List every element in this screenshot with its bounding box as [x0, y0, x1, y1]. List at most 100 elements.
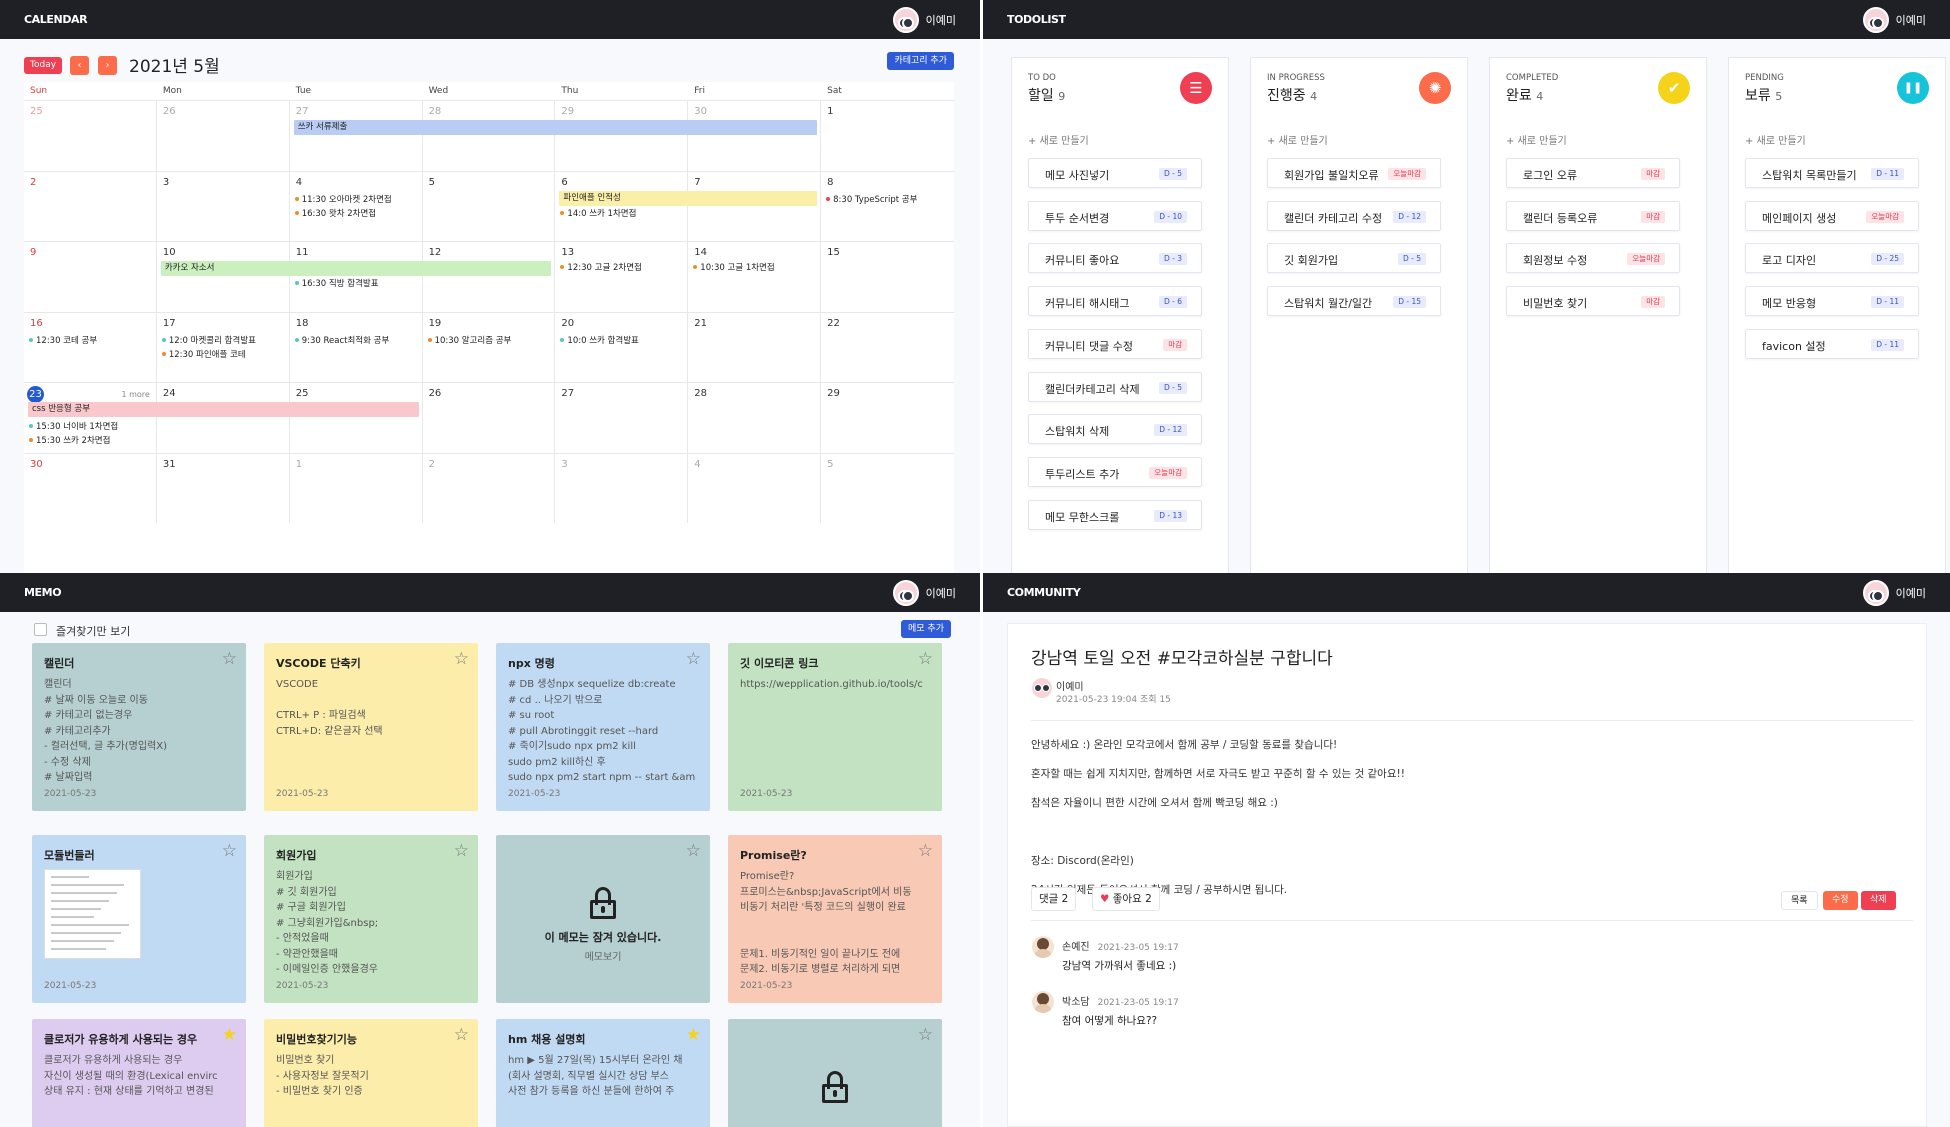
day-cell[interactable]: 25 — [24, 100, 157, 171]
day-cell[interactable]: 7 — [688, 170, 822, 241]
day-cell[interactable]: 27 — [555, 382, 689, 453]
star-icon[interactable]: ☆ — [222, 841, 237, 861]
day-cell[interactable]: 3 — [555, 452, 689, 523]
event-item[interactable]: 12:30 고글 2차면접 — [560, 261, 642, 273]
day-cell[interactable]: 16 — [24, 311, 157, 382]
day-cell[interactable]: 3 — [156, 170, 290, 241]
day-cell[interactable]: 5 — [422, 170, 556, 241]
add-memo-button[interactable]: 메모 추가 — [901, 620, 951, 638]
edit-button[interactable]: 수정 — [1823, 891, 1858, 910]
day-cell[interactable]: 10 — [156, 241, 290, 312]
locked-memo-card[interactable]: ☆ 이 메모는 잠겨 있습니다. 메모보기 — [496, 835, 710, 1003]
day-cell[interactable]: 18 — [289, 311, 423, 382]
todo-card[interactable]: 캘린더카테고리 삭제 D - 5 — [1028, 371, 1202, 402]
user-menu[interactable]: 이예미 — [892, 6, 956, 33]
day-cell[interactable]: 1 — [289, 452, 423, 523]
day-cell[interactable]: 31 — [156, 452, 290, 523]
memo-card[interactable]: ★ 클로저가 유용하게 사용되는 경우 클로저가 유용하게 사용되는 경우 자신이 … — [32, 1019, 246, 1127]
event-item[interactable]: 15:30 너이바 1차면접 — [29, 420, 118, 432]
comment-author[interactable]: 손예진 — [1062, 942, 1090, 953]
day-cell[interactable]: 29 — [821, 382, 954, 453]
new-card-button[interactable]: + 새로 만들기 — [1506, 132, 1567, 147]
todo-card[interactable]: 비밀번호 찾기 마감 — [1506, 286, 1680, 317]
day-cell[interactable]: 28 — [688, 382, 822, 453]
event-bar[interactable]: css 반응형 공부 — [28, 402, 419, 417]
progress-icon[interactable]: ✺ — [1419, 72, 1451, 104]
post-author[interactable]: 이예미 — [1056, 678, 1084, 693]
like-button[interactable]: ♥ 좋아요 2 — [1092, 887, 1160, 911]
add-category-button[interactable]: 카테고리 추가 — [887, 52, 954, 70]
todo-card[interactable]: 스탑워치 삭제 D - 12 — [1028, 414, 1202, 445]
list-icon[interactable]: ☰ — [1180, 72, 1212, 104]
todo-card[interactable]: 스탑워치 목록만들기 D - 11 — [1745, 158, 1919, 188]
event-item[interactable]: 12:30 코테 공부 — [29, 334, 97, 346]
list-button[interactable]: 목록 — [1781, 891, 1818, 910]
day-cell[interactable]: 28 — [422, 100, 556, 171]
user-menu[interactable]: 이예미 — [1862, 579, 1926, 606]
event-item[interactable]: 12:0 마켓콜리 합격발표 — [161, 334, 256, 346]
star-icon[interactable]: ★ — [686, 1025, 701, 1045]
pause-icon[interactable]: ❚❚ — [1897, 72, 1929, 104]
day-cell[interactable]: 19 — [422, 311, 556, 382]
view-memo-link[interactable]: 메모보기 — [496, 948, 710, 963]
todo-card[interactable]: 스탑워치 월간/일간 D - 15 — [1267, 286, 1441, 317]
star-icon[interactable]: ★ — [222, 1025, 237, 1045]
new-card-button[interactable]: + 새로 만들기 — [1028, 132, 1089, 147]
todo-card[interactable]: 로고 디자인 D - 25 — [1745, 243, 1919, 274]
day-cell[interactable]: 24 — [156, 382, 290, 453]
day-cell[interactable]: 13 — [555, 241, 689, 312]
todo-card[interactable]: 커뮤니티 댓글 수정 마감 — [1028, 328, 1202, 359]
memo-card[interactable]: ☆ 깃 이모티콘 링크 https://wepplication.github.io… — [728, 643, 942, 811]
memo-card[interactable]: ☆ Promise란? Promise란? 프로미스는&nbsp;JavaScrip… — [728, 835, 942, 1003]
todo-card[interactable]: 커뮤니티 좋아요 D - 3 — [1028, 243, 1202, 274]
day-cell[interactable]: 27 — [289, 100, 423, 171]
todo-card[interactable]: 투두 순서변경 D - 10 — [1028, 200, 1202, 231]
star-icon[interactable]: ☆ — [918, 841, 933, 861]
day-cell[interactable]: 22 — [821, 311, 954, 383]
delete-button[interactable]: 삭제 — [1861, 891, 1896, 910]
new-card-button[interactable]: + 새로 만들기 — [1267, 132, 1328, 147]
event-item[interactable]: 16:30 왓차 2차면접 — [294, 207, 376, 219]
star-icon[interactable]: ☆ — [222, 649, 237, 669]
day-cell[interactable]: 12 — [422, 241, 556, 312]
todo-card[interactable]: 메모 사진넣기 D - 5 — [1028, 158, 1202, 188]
today-button[interactable]: Today — [24, 57, 63, 74]
day-cell[interactable]: 2 — [24, 170, 157, 241]
day-cell[interactable]: 26 — [422, 382, 556, 453]
todo-card[interactable]: 캘린더 등록오류 마감 — [1506, 200, 1680, 231]
todo-card[interactable]: 메모 반응형 D - 11 — [1745, 286, 1919, 317]
event-item[interactable]: 15:30 쓰카 2차면접 — [29, 434, 110, 446]
event-item[interactable]: 14:0 쓰카 1차면접 — [560, 207, 636, 219]
memo-card[interactable]: ☆ 비밀번호찾기기능 비밀번호 찾기 - 사용자정보 잘못적기 - 비밀번호 찾기 … — [264, 1019, 478, 1127]
star-icon[interactable]: ☆ — [454, 649, 469, 669]
day-cell[interactable]: 14 — [688, 241, 822, 312]
event-bar[interactable]: 파인애플 인적성 — [559, 190, 818, 206]
todo-card[interactable]: 투두리스트 추가 오늘마감 — [1028, 456, 1202, 487]
day-cell[interactable]: 30 — [24, 452, 157, 523]
star-icon[interactable]: ☆ — [686, 841, 701, 861]
event-item[interactable]: 11:30 오아마켓 2차면접 — [294, 193, 392, 205]
event-item[interactable]: 16:30 직방 합격발표 — [294, 277, 379, 289]
event-item[interactable]: 10:30 고글 1차면접 — [693, 261, 775, 273]
todo-card[interactable]: 회원정보 수정 오늘마감 — [1506, 243, 1680, 274]
comment-count[interactable]: 댓글 2 — [1031, 887, 1077, 911]
day-cell[interactable]: 25 — [289, 382, 423, 453]
day-cell[interactable]: 2 — [422, 452, 556, 523]
day-cell[interactable]: 1 — [821, 100, 954, 171]
todo-card[interactable]: 깃 회원가입 D - 5 — [1267, 243, 1441, 274]
next-month-button[interactable]: › — [98, 56, 117, 75]
comment-author[interactable]: 박소담 — [1062, 997, 1090, 1008]
memo-card[interactable]: ☆ 모듈번들러 2021-05-23 — [32, 835, 246, 1003]
memo-card[interactable]: ☆ npx 명령 # DB 생성npx sequelize db:create # … — [496, 643, 710, 811]
todo-card[interactable]: 메인페이지 생성 오늘마감 — [1745, 200, 1919, 231]
event-bar[interactable]: 쓰카 서류제출 — [293, 120, 818, 135]
event-item[interactable]: 8:30 TypeScript 공부 — [826, 193, 917, 205]
day-cell[interactable]: 5 — [821, 452, 954, 524]
star-icon[interactable]: ☆ — [454, 1025, 469, 1045]
star-icon[interactable]: ☆ — [686, 649, 701, 669]
day-cell[interactable]: 30 — [688, 100, 822, 171]
event-item[interactable]: 10:0 쓰카 합격발표 — [560, 334, 639, 346]
todo-card[interactable]: favicon 설정 D - 11 — [1745, 328, 1919, 359]
star-icon[interactable]: ☆ — [454, 841, 469, 861]
locked-memo-card[interactable]: ☆ — [728, 1019, 942, 1127]
